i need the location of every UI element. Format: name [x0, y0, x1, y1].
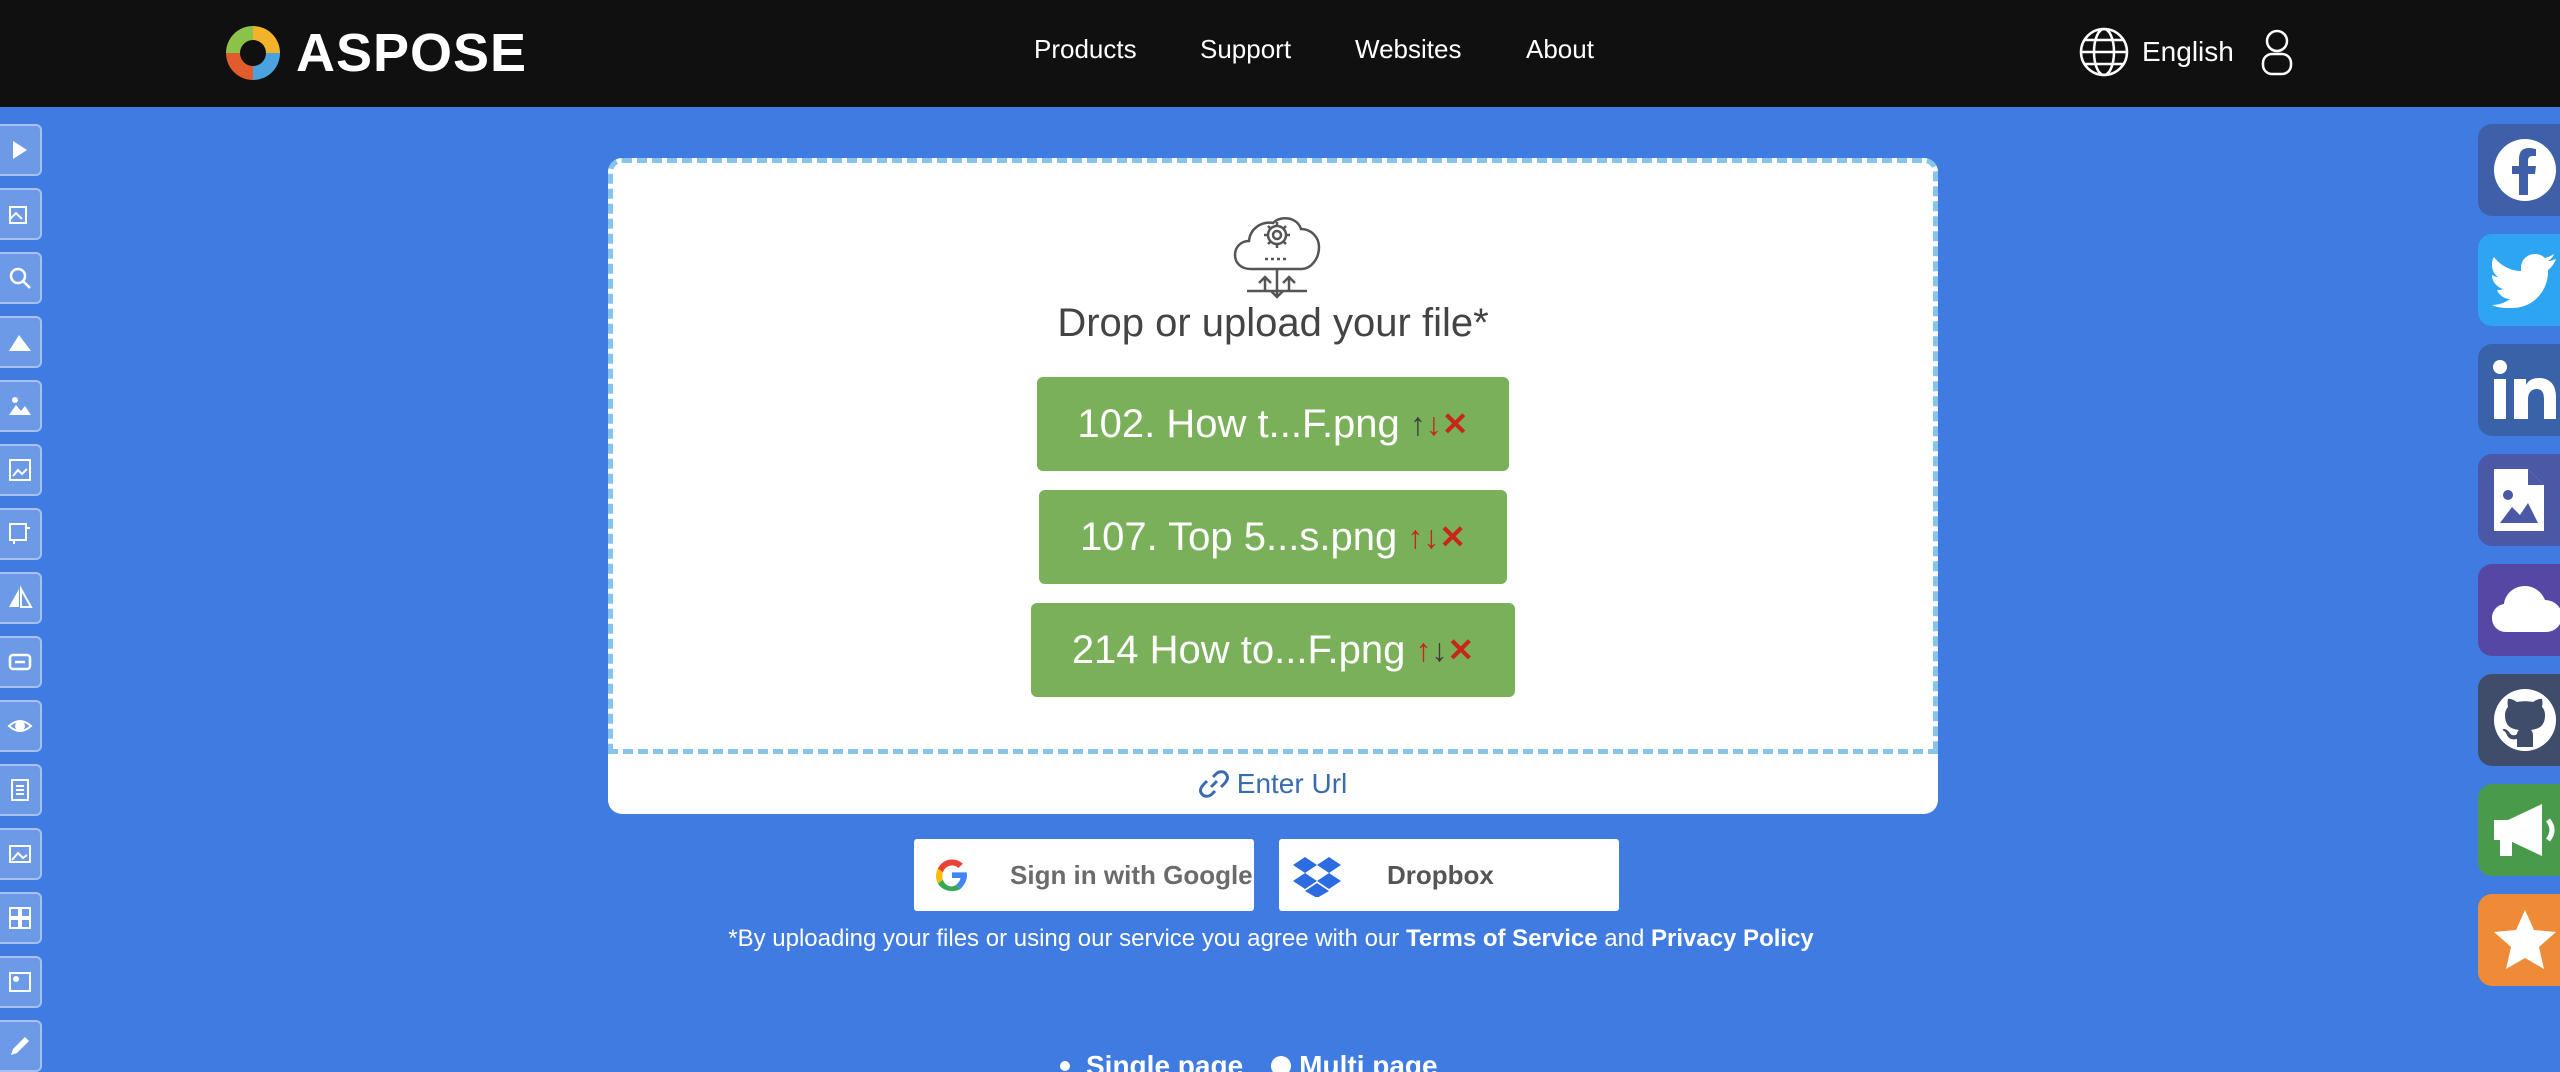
move-up-icon[interactable]: ↑ [1407, 519, 1423, 556]
dropbox-label: Dropbox [1387, 859, 1494, 890]
enter-url-label: Enter Url [1236, 768, 1348, 799]
google-signin-label: Sign in with Google [1010, 859, 1253, 890]
dropbox-button[interactable]: Dropbox [1279, 839, 1619, 911]
tool-picture-icon[interactable] [0, 956, 42, 1008]
language-selector[interactable]: English [2078, 26, 2234, 78]
aspose-logo[interactable]: ASPOSE [222, 22, 527, 84]
link-icon [1198, 770, 1229, 798]
tool-arrow-icon[interactable] [0, 124, 42, 176]
file-image-icon [2494, 469, 2544, 531]
facebook-share[interactable] [2478, 124, 2560, 216]
single-page-label: Single page [1086, 1050, 1244, 1072]
tool-mountain-icon[interactable] [0, 316, 42, 368]
language-label: English [2142, 36, 2234, 67]
file-item[interactable]: 102. How t...F.png ↑ ↓ ✕ [1037, 377, 1509, 471]
move-down-icon[interactable]: ↓ [1423, 519, 1439, 556]
file-item[interactable]: 214 How to...F.png ↑ ↓ ✕ [1031, 603, 1515, 697]
file-dropzone[interactable]: Drop or upload your file* 102. How t...F… [608, 158, 1938, 754]
move-up-icon[interactable]: ↑ [1410, 406, 1426, 443]
announcement-link[interactable] [2478, 784, 2560, 876]
github-icon [2494, 689, 2556, 751]
linkedin-icon [2493, 360, 2556, 419]
move-down-icon[interactable]: ↓ [1426, 406, 1442, 443]
cloud-link[interactable] [2478, 564, 2560, 656]
github-link[interactable] [2478, 674, 2560, 766]
user-icon[interactable] [2260, 28, 2294, 76]
remove-icon[interactable]: ✕ [1447, 631, 1474, 669]
file-name: 102. How t...F.png [1077, 401, 1400, 446]
cloud-icon [2492, 586, 2560, 632]
remove-icon[interactable]: ✕ [1442, 405, 1469, 443]
multi-page-radio[interactable] [1271, 1056, 1292, 1072]
nav-about[interactable]: About [1526, 34, 1594, 65]
tool-document-icon[interactable] [0, 764, 42, 816]
twitter-share[interactable] [2478, 234, 2560, 326]
facebook-icon [2494, 139, 2556, 201]
nav-support[interactable]: Support [1200, 34, 1291, 65]
globe-icon [2079, 27, 2129, 77]
multi-page-label: Multi page [1299, 1050, 1438, 1072]
linkedin-share[interactable] [2478, 344, 2560, 436]
enter-url-link[interactable]: Enter Url [608, 768, 1938, 800]
aspose-logo-icon [224, 24, 282, 82]
privacy-policy-link[interactable]: Privacy Policy [1651, 925, 1814, 952]
cloud-upload-icon [1233, 216, 1321, 299]
terms-and: and [1597, 925, 1651, 952]
single-page-radio[interactable] [1060, 1061, 1070, 1071]
terms-prefix: *By uploading your files or using our se… [728, 925, 1406, 952]
file-name: 107. Top 5...s.png [1079, 514, 1398, 559]
tool-image-icon[interactable] [0, 828, 42, 880]
megaphone-icon [2494, 804, 2555, 856]
nav-websites[interactable]: Websites [1355, 34, 1461, 65]
move-up-icon[interactable]: ↑ [1415, 632, 1431, 669]
dropbox-icon [1293, 857, 1341, 897]
terms-notice: *By uploading your files or using our se… [0, 925, 2542, 953]
tool-landscape-icon[interactable] [0, 380, 42, 432]
twitter-icon [2492, 254, 2556, 308]
google-signin-button[interactable]: Sign in with Google [914, 839, 1254, 911]
nav-products[interactable]: Products [1034, 34, 1137, 65]
move-down-icon[interactable]: ↓ [1431, 632, 1447, 669]
brand-name: ASPOSE [296, 23, 528, 83]
terms-of-service-link[interactable]: Terms of Service [1406, 925, 1598, 952]
top-header: ASPOSE Products Support Websites About E… [0, 0, 2560, 107]
tool-crop-icon[interactable] [0, 508, 42, 560]
tool-edit-icon[interactable] [0, 1020, 42, 1072]
tool-search-image-icon[interactable] [0, 252, 42, 304]
google-icon [936, 859, 967, 891]
tool-eye-icon[interactable] [0, 700, 42, 752]
drop-title: Drop or upload your file* [1057, 301, 1489, 345]
remove-icon[interactable]: ✕ [1439, 518, 1466, 556]
page-mode-options: Single page Multi page [1060, 1050, 1438, 1072]
file-item[interactable]: 107. Top 5...s.png ↑ ↓ ✕ [1039, 490, 1507, 584]
tool-flip-icon[interactable] [0, 572, 42, 624]
tool-merge-icon[interactable] [0, 636, 42, 688]
upload-card: Drop or upload your file* 102. How t...F… [608, 158, 1938, 814]
tool-resize-icon[interactable] [0, 188, 42, 240]
file-name: 214 How to...F.png [1071, 627, 1406, 672]
tool-frame-icon[interactable] [0, 444, 42, 496]
file-image-link[interactable] [2478, 454, 2560, 546]
